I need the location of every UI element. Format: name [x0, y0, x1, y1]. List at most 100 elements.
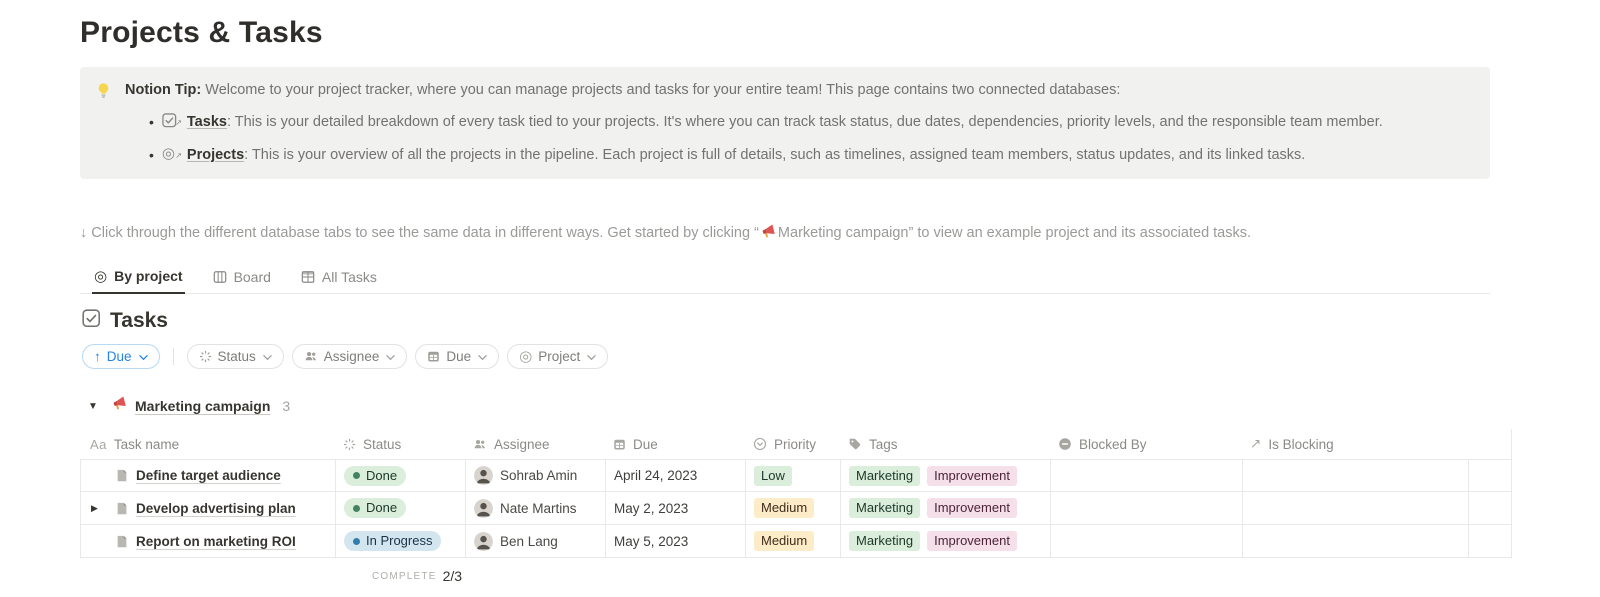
table-icon: [301, 270, 315, 284]
projects-bullet-text: : This is your overview of all the proje…: [244, 147, 1305, 163]
text-type-icon: Aa: [90, 437, 107, 452]
avatar: [474, 532, 493, 551]
table-header-row: Aa Task name Status Assignee Due Priorit…: [80, 429, 1512, 459]
tip-label: Notion Tip:: [125, 82, 201, 98]
status-spinner-icon: [343, 438, 356, 451]
tab-all-tasks[interactable]: All Tasks: [299, 264, 379, 293]
filter-chip-due[interactable]: Due: [415, 344, 499, 369]
is-blocking-cell[interactable]: [1242, 459, 1468, 492]
blocked-by-cell[interactable]: [1050, 459, 1242, 492]
chevron-down-icon: [139, 349, 148, 364]
instruction-text: ↓ Click through the different database t…: [80, 223, 1512, 245]
select-circle-icon: [753, 437, 767, 451]
tasks-table: Aa Task name Status Assignee Due Priorit…: [80, 429, 1512, 587]
is-blocking-cell[interactable]: [1242, 525, 1468, 558]
column-header-is-blocking[interactable]: ↗ Is Blocking: [1242, 429, 1468, 459]
row-expand-toggle[interactable]: ▶: [91, 503, 115, 514]
tags-cell[interactable]: Marketing Improvement: [840, 525, 1050, 558]
task-checkbox-icon: ↗: [162, 113, 179, 129]
filter-chip-project[interactable]: ◎ Project: [507, 344, 608, 369]
table-row: ▶ Develop advertising plan Done Nate Mar…: [80, 492, 1512, 525]
group-header-marketing-campaign: ▼ Marketing campaign 3: [80, 396, 1512, 416]
chevron-down-icon: [386, 349, 395, 364]
group-toggle-icon[interactable]: ▼: [88, 401, 112, 412]
megaphone-icon: [112, 396, 127, 416]
column-header-tags[interactable]: Tags: [840, 429, 1050, 459]
table-row: Define target audience Done Sohrab Amin …: [80, 459, 1512, 492]
tags-cell[interactable]: Marketing Improvement: [840, 492, 1050, 525]
tasks-db-link[interactable]: Tasks: [187, 114, 227, 130]
page-icon: [115, 501, 129, 516]
tasks-bullet-text: : This is your detailed breakdown of eve…: [227, 114, 1383, 130]
filter-chip-status[interactable]: Status: [187, 344, 284, 369]
priority-pill: Low: [754, 466, 792, 486]
link-arrow-icon: ↗: [175, 113, 182, 133]
database-title: Tasks: [110, 309, 168, 333]
tip-text: Welcome to your project tracker, where y…: [201, 82, 1120, 98]
page-icon: [115, 468, 129, 483]
filter-row: ↑ Due Status Assignee Due ◎: [80, 344, 1512, 369]
status-spinner-icon: [199, 350, 212, 363]
database-heading: Tasks: [80, 309, 1512, 333]
status-dot: [353, 505, 360, 512]
status-cell[interactable]: Done: [335, 492, 465, 525]
calc-value: 2/3: [443, 568, 462, 584]
avatar: [474, 466, 493, 485]
task-name-cell[interactable]: Define target audience: [80, 459, 335, 492]
priority-cell[interactable]: Medium: [745, 525, 840, 558]
calendar-icon: [613, 438, 626, 451]
avatar: [474, 499, 493, 518]
tab-board[interactable]: Board: [211, 264, 273, 293]
extra-cell: [1468, 492, 1512, 525]
target-icon: ◎: [94, 269, 107, 284]
assignee-cell[interactable]: Sohrab Amin: [465, 459, 605, 492]
is-blocking-cell[interactable]: [1242, 492, 1468, 525]
tags-cell[interactable]: Marketing Improvement: [840, 459, 1050, 492]
blocked-by-cell[interactable]: [1050, 525, 1242, 558]
status-cell[interactable]: Done: [335, 459, 465, 492]
priority-pill: Medium: [754, 498, 814, 518]
column-calculation[interactable]: COMPLETE 2/3: [372, 565, 1512, 587]
page-content: Projects & Tasks Notion Tip: Welcome to …: [0, 0, 1512, 587]
project-target-icon: ◎ ↗: [162, 146, 179, 162]
projects-db-link[interactable]: Projects: [187, 147, 244, 163]
sort-ascending-icon: ↑: [94, 349, 101, 364]
table-row: Report on marketing ROI In Progress Ben …: [80, 525, 1512, 558]
chevron-down-icon: [478, 349, 487, 364]
calc-label: COMPLETE: [372, 571, 437, 582]
task-name-cell[interactable]: Report on marketing ROI: [80, 525, 335, 558]
priority-pill: Medium: [754, 531, 814, 551]
chip-divider: [173, 348, 174, 365]
blocked-by-cell[interactable]: [1050, 492, 1242, 525]
assignee-cell[interactable]: Nate Martins: [465, 492, 605, 525]
view-tabs: ◎ By project Board All Tasks: [80, 264, 1490, 294]
column-header-blocked-by[interactable]: Blocked By: [1050, 429, 1242, 459]
due-cell[interactable]: April 24, 2023: [605, 459, 745, 492]
calendar-icon: [427, 350, 440, 363]
tab-by-project[interactable]: ◎ By project: [92, 264, 185, 294]
column-header-assignee[interactable]: Assignee: [465, 429, 605, 459]
column-header-task-name[interactable]: Aa Task name: [80, 429, 335, 459]
status-pill: In Progress: [344, 531, 441, 551]
due-cell[interactable]: May 5, 2023: [605, 525, 745, 558]
tag-pill: Marketing: [849, 498, 920, 518]
status-cell[interactable]: In Progress: [335, 525, 465, 558]
priority-cell[interactable]: Medium: [745, 492, 840, 525]
sort-chip-due[interactable]: ↑ Due: [82, 344, 160, 369]
tag-pill: Marketing: [849, 466, 920, 486]
column-header-due[interactable]: Due: [605, 429, 745, 459]
status-dot: [353, 472, 360, 479]
page-title: Projects & Tasks: [80, 16, 1512, 50]
status-pill: Done: [344, 466, 406, 486]
assignee-cell[interactable]: Ben Lang: [465, 525, 605, 558]
tag-pill: Improvement: [927, 531, 1017, 551]
group-name[interactable]: Marketing campaign: [135, 398, 270, 414]
status-dot: [353, 538, 360, 545]
notion-tip-callout: Notion Tip: Welcome to your project trac…: [80, 67, 1490, 179]
due-cell[interactable]: May 2, 2023: [605, 492, 745, 525]
filter-chip-assignee[interactable]: Assignee: [292, 344, 408, 369]
column-header-status[interactable]: Status: [335, 429, 465, 459]
priority-cell[interactable]: Low: [745, 459, 840, 492]
task-name-cell[interactable]: ▶ Develop advertising plan: [80, 492, 335, 525]
column-header-priority[interactable]: Priority: [745, 429, 840, 459]
